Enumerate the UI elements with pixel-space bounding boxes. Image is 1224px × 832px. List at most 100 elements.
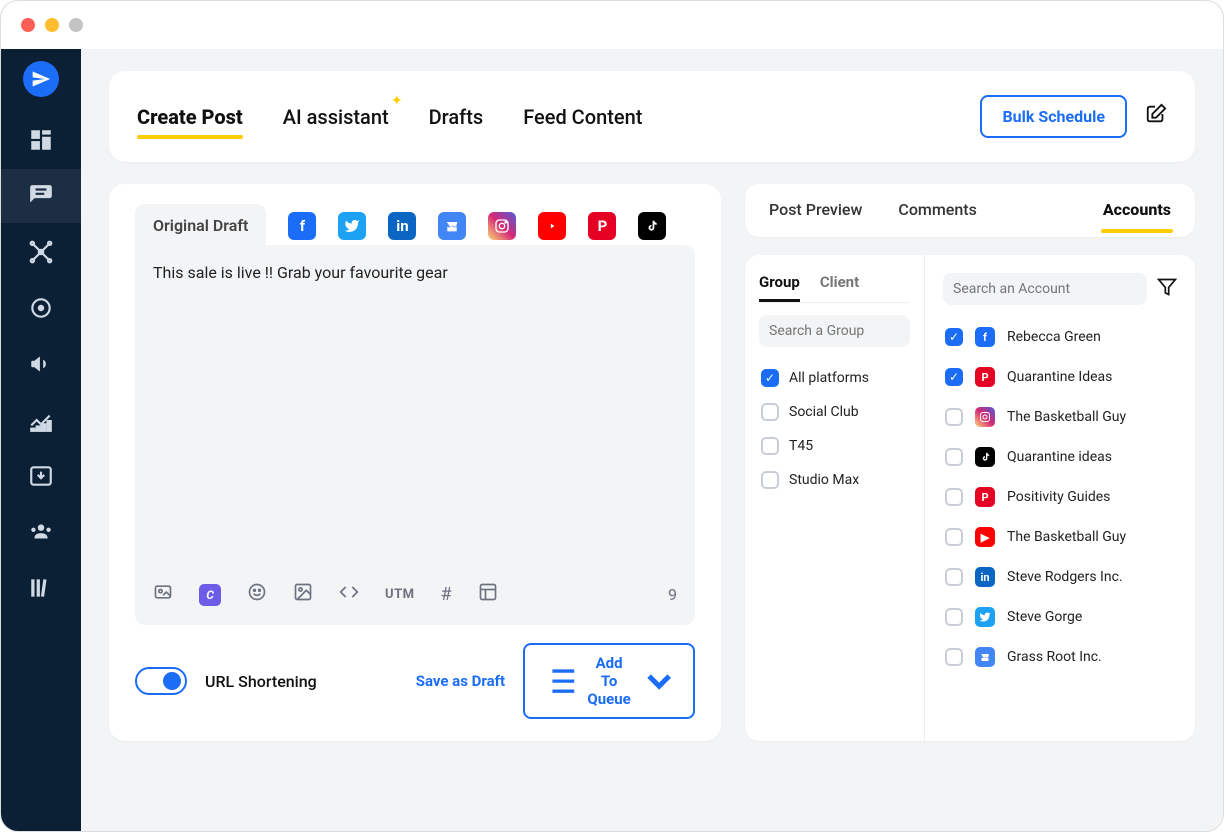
account-item[interactable]: Quarantine ideas — [943, 437, 1177, 477]
group-checkbox[interactable] — [761, 437, 779, 455]
original-draft-tab[interactable]: Original Draft — [135, 204, 266, 247]
ig-icon — [975, 407, 995, 427]
group-checkbox[interactable]: ✓ — [761, 369, 779, 387]
post-textarea[interactable]: This sale is live !! Grab your favourite… — [135, 245, 695, 625]
template-icon[interactable] — [478, 582, 498, 607]
bulk-schedule-button[interactable]: Bulk Schedule — [980, 95, 1127, 138]
account-checkbox[interactable]: ✓ — [945, 368, 963, 386]
account-checkbox[interactable] — [945, 568, 963, 586]
canva-icon[interactable]: C — [199, 584, 221, 606]
search-account-field[interactable] — [953, 281, 1131, 297]
url-shortening-label: URL Shortening — [205, 672, 317, 691]
account-item[interactable]: P Positivity Guides — [943, 477, 1177, 517]
code-icon[interactable] — [339, 582, 359, 607]
group-tab[interactable]: Group — [759, 273, 800, 302]
group-label: Studio Max — [789, 472, 859, 488]
window-maximize-dot[interactable] — [69, 18, 83, 32]
group-item[interactable]: Studio Max — [759, 463, 910, 497]
account-checkbox[interactable]: ✓ — [945, 328, 963, 346]
tab-accounts[interactable]: Accounts — [1103, 200, 1171, 225]
client-tab[interactable]: Client — [820, 273, 859, 302]
account-item[interactable]: ✓PQuarantine Ideas — [943, 357, 1177, 397]
tab-feed-content[interactable]: Feed Content — [523, 105, 642, 129]
nav-team-icon[interactable] — [28, 519, 54, 545]
account-name: Steve Gorge — [1007, 609, 1082, 625]
account-item[interactable]: Grass Root Inc. — [943, 637, 1177, 677]
window-titlebar — [1, 1, 1223, 49]
instagram-icon[interactable] — [488, 212, 516, 240]
account-checkbox[interactable] — [945, 608, 963, 626]
yt-icon: ▶ — [975, 527, 995, 547]
nav-megaphone-icon[interactable] — [28, 351, 54, 377]
group-checkbox[interactable] — [761, 403, 779, 421]
nav-network-icon[interactable] — [28, 239, 54, 265]
tab-create-post[interactable]: Create Post — [137, 105, 243, 129]
account-name: Rebecca Green — [1007, 329, 1101, 345]
account-name: Grass Root Inc. — [1007, 649, 1102, 665]
nav-target-icon[interactable] — [28, 295, 54, 321]
account-checkbox[interactable] — [945, 448, 963, 466]
right-panel-tabs: Post Preview Comments Accounts — [745, 184, 1195, 237]
pinterest-icon[interactable]: P — [588, 212, 616, 240]
account-checkbox[interactable] — [945, 648, 963, 666]
group-label: Social Club — [789, 404, 859, 420]
nav-analytics-icon[interactable] — [28, 407, 54, 433]
app-logo[interactable] — [23, 61, 59, 97]
utm-button[interactable]: UTM — [385, 587, 415, 602]
account-item[interactable]: ▶ The Basketball Guy — [943, 517, 1177, 557]
account-name: The Basketball Guy — [1007, 529, 1126, 545]
account-name: Quarantine ideas — [1007, 449, 1112, 465]
group-item[interactable]: ✓ All platforms — [759, 361, 910, 395]
edit-icon[interactable] — [1145, 103, 1167, 130]
tt-icon — [975, 447, 995, 467]
pn-icon: P — [975, 487, 995, 507]
tab-ai-assistant-label: AI assistant — [283, 105, 389, 129]
top-tab-card: Create Post AI assistant ✦ Drafts Feed C… — [109, 71, 1195, 162]
post-text-content: This sale is live !! Grab your favourite… — [153, 263, 677, 282]
tab-post-preview[interactable]: Post Preview — [769, 200, 862, 225]
save-as-draft-button[interactable]: Save as Draft — [416, 672, 505, 690]
search-group-field[interactable] — [769, 323, 947, 339]
fb-icon: f — [975, 327, 995, 347]
add-to-queue-button[interactable]: Add To Queue — [523, 643, 695, 719]
media-icon[interactable] — [153, 582, 173, 607]
twitter-icon[interactable] — [338, 212, 366, 240]
account-checkbox[interactable] — [945, 528, 963, 546]
nav-compose-icon[interactable] — [28, 183, 54, 209]
account-checkbox[interactable] — [945, 408, 963, 426]
group-label: T45 — [789, 438, 813, 454]
linkedin-icon[interactable]: in — [388, 212, 416, 240]
image-icon[interactable] — [293, 582, 313, 607]
youtube-icon[interactable] — [538, 212, 566, 240]
accounts-panel: Group Client ✓ All platforms Social Club T4… — [745, 255, 1195, 741]
tiktok-icon[interactable] — [638, 212, 666, 240]
group-item[interactable]: Social Club — [759, 395, 910, 429]
group-checkbox[interactable] — [761, 471, 779, 489]
account-checkbox[interactable] — [945, 488, 963, 506]
account-item[interactable]: Steve Gorge — [943, 597, 1177, 637]
group-label: All platforms — [789, 370, 869, 386]
url-shortening-toggle[interactable] — [135, 667, 187, 695]
nav-library-icon[interactable] — [28, 575, 54, 601]
account-item[interactable]: ✓ f Rebecca Green — [943, 317, 1177, 357]
search-group-input[interactable] — [759, 315, 910, 347]
group-item[interactable]: T45 — [759, 429, 910, 463]
search-account-input[interactable] — [943, 273, 1147, 305]
nav-dashboard-icon[interactable] — [28, 127, 54, 153]
nav-inbox-icon[interactable] — [28, 463, 54, 489]
filter-icon[interactable] — [1157, 277, 1177, 302]
tab-drafts[interactable]: Drafts — [429, 105, 484, 129]
window-close-dot[interactable] — [21, 18, 35, 32]
account-item[interactable]: The Basketball Guy — [943, 397, 1177, 437]
emoji-icon[interactable] — [247, 582, 267, 607]
hashtag-icon[interactable]: # — [441, 584, 452, 605]
account-item[interactable]: inSteve Rodgers Inc. — [943, 557, 1177, 597]
tab-ai-assistant[interactable]: AI assistant ✦ — [283, 105, 389, 129]
character-count: 9 — [668, 585, 677, 604]
tab-comments[interactable]: Comments — [898, 200, 976, 225]
sidebar — [1, 49, 81, 832]
window-minimize-dot[interactable] — [45, 18, 59, 32]
facebook-icon[interactable]: f — [288, 212, 316, 240]
google-business-icon[interactable] — [438, 212, 466, 240]
account-name: Positivity Guides — [1007, 489, 1110, 505]
